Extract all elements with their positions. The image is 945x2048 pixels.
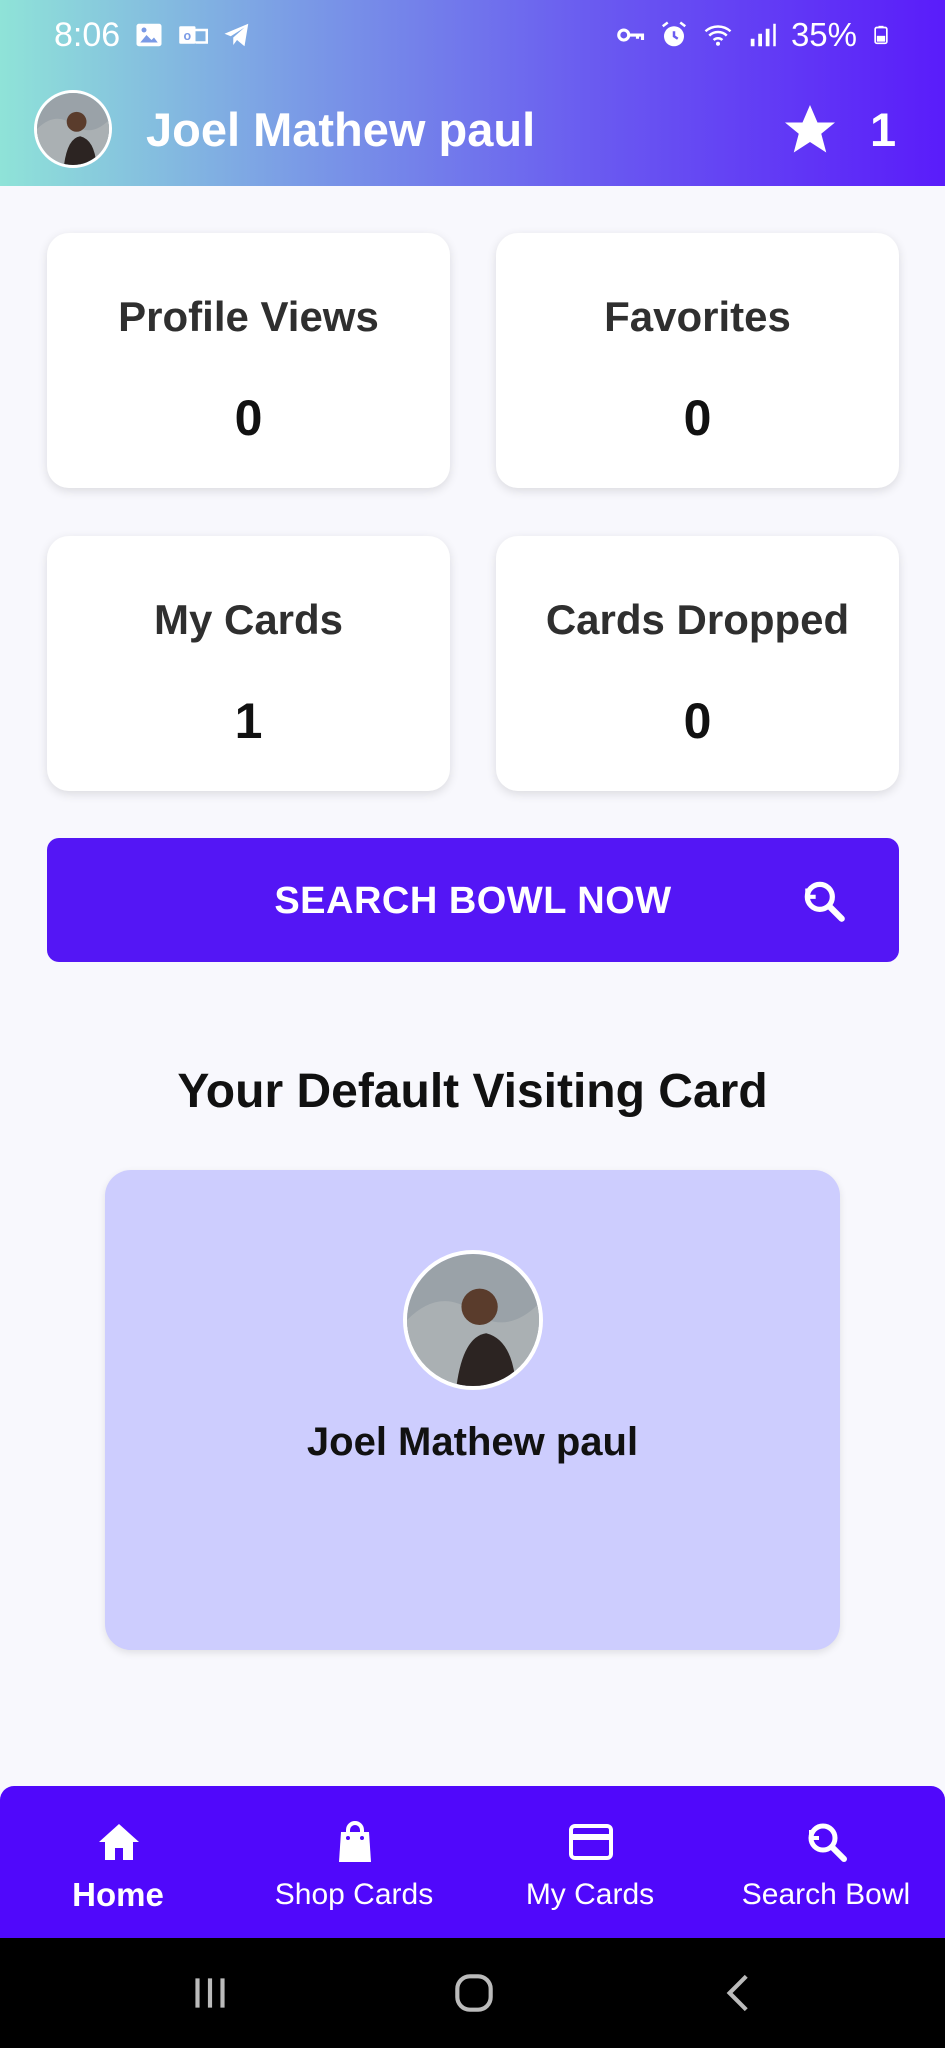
nav-label: Search Bowl (741, 1878, 911, 1911)
default-visiting-card[interactable]: Joel Mathew paul (105, 1170, 840, 1650)
stat-label: Cards Dropped (545, 596, 850, 643)
stat-value: 0 (683, 693, 712, 749)
star-count: 1 (870, 103, 897, 156)
top-gradient-area: 8:06 o 35% Joel Mathew paul 1 (0, 0, 945, 186)
battery-percent: 35% (790, 16, 857, 53)
alarm-icon (661, 21, 686, 47)
stat-value: 1 (234, 693, 263, 749)
header-avatar[interactable] (34, 90, 112, 168)
stat-label: Profile Views (118, 293, 379, 340)
vpn-key-icon (617, 28, 644, 42)
search-icon (808, 1823, 847, 1862)
wifi-icon (704, 25, 732, 46)
nav-label: Shop Cards (274, 1878, 434, 1911)
card-name: Joel Mathew paul (306, 1420, 639, 1464)
nav-item-search-bowl[interactable]: Search Bowl (708, 1786, 944, 1938)
nav-label: My Cards (525, 1878, 655, 1911)
stat-label: Favorites (604, 293, 791, 340)
credit-card-icon (569, 1824, 613, 1860)
default-card-heading: Your Default Visiting Card (177, 1065, 768, 1118)
home-system-icon[interactable] (444, 1968, 504, 2018)
stat-card-my-cards[interactable]: My Cards 1 (47, 536, 450, 791)
telegram-icon (224, 23, 249, 47)
stat-value: 0 (683, 390, 712, 446)
gallery-icon (136, 23, 162, 47)
svg-text:o: o (184, 29, 192, 43)
nav-item-shop-cards[interactable]: Shop Cards (236, 1786, 472, 1938)
bottom-navigation: Home Shop Cards My Cards Search Bowl (0, 1786, 945, 1938)
nav-item-home[interactable]: Home (0, 1786, 236, 1938)
screen: 8:06 o 35% Joel Mathew paul 1 Profile Vi… (0, 0, 945, 2048)
search-refresh-icon (804, 881, 845, 922)
search-bowl-now-button[interactable]: SEARCH BOWL NOW (47, 838, 899, 962)
search-button-label: SEARCH BOWL NOW (274, 880, 672, 922)
app-header: Joel Mathew paul 1 (0, 72, 945, 186)
header-title: Joel Mathew paul (146, 103, 536, 156)
nav-label: Home (72, 1876, 164, 1913)
status-bar: 8:06 o 35% (0, 0, 945, 72)
recent-apps-icon[interactable] (180, 1968, 240, 2018)
avatar-photo (37, 93, 109, 165)
nav-item-my-cards[interactable]: My Cards (472, 1786, 708, 1938)
outlook-icon: o (179, 26, 208, 44)
stat-value: 0 (234, 390, 263, 446)
stat-card-favorites[interactable]: Favorites 0 (496, 233, 899, 488)
shopping-bag-icon (339, 1821, 371, 1862)
battery-icon (874, 25, 888, 45)
avatar-photo (407, 1254, 539, 1386)
stat-label: My Cards (153, 596, 344, 643)
home-icon (99, 1824, 139, 1860)
system-navigation-bar (0, 1938, 945, 2048)
back-icon[interactable] (710, 1968, 770, 2018)
stat-card-profile-views[interactable]: Profile Views 0 (47, 233, 450, 488)
stat-card-cards-dropped[interactable]: Cards Dropped 0 (496, 536, 899, 791)
status-system-icons: 35% (615, 16, 891, 54)
star-icon[interactable] (780, 100, 840, 160)
status-time: 8:06 (54, 16, 121, 54)
signal-icon (750, 23, 776, 47)
status-notification-icons: o (134, 20, 252, 50)
card-avatar (403, 1250, 543, 1390)
